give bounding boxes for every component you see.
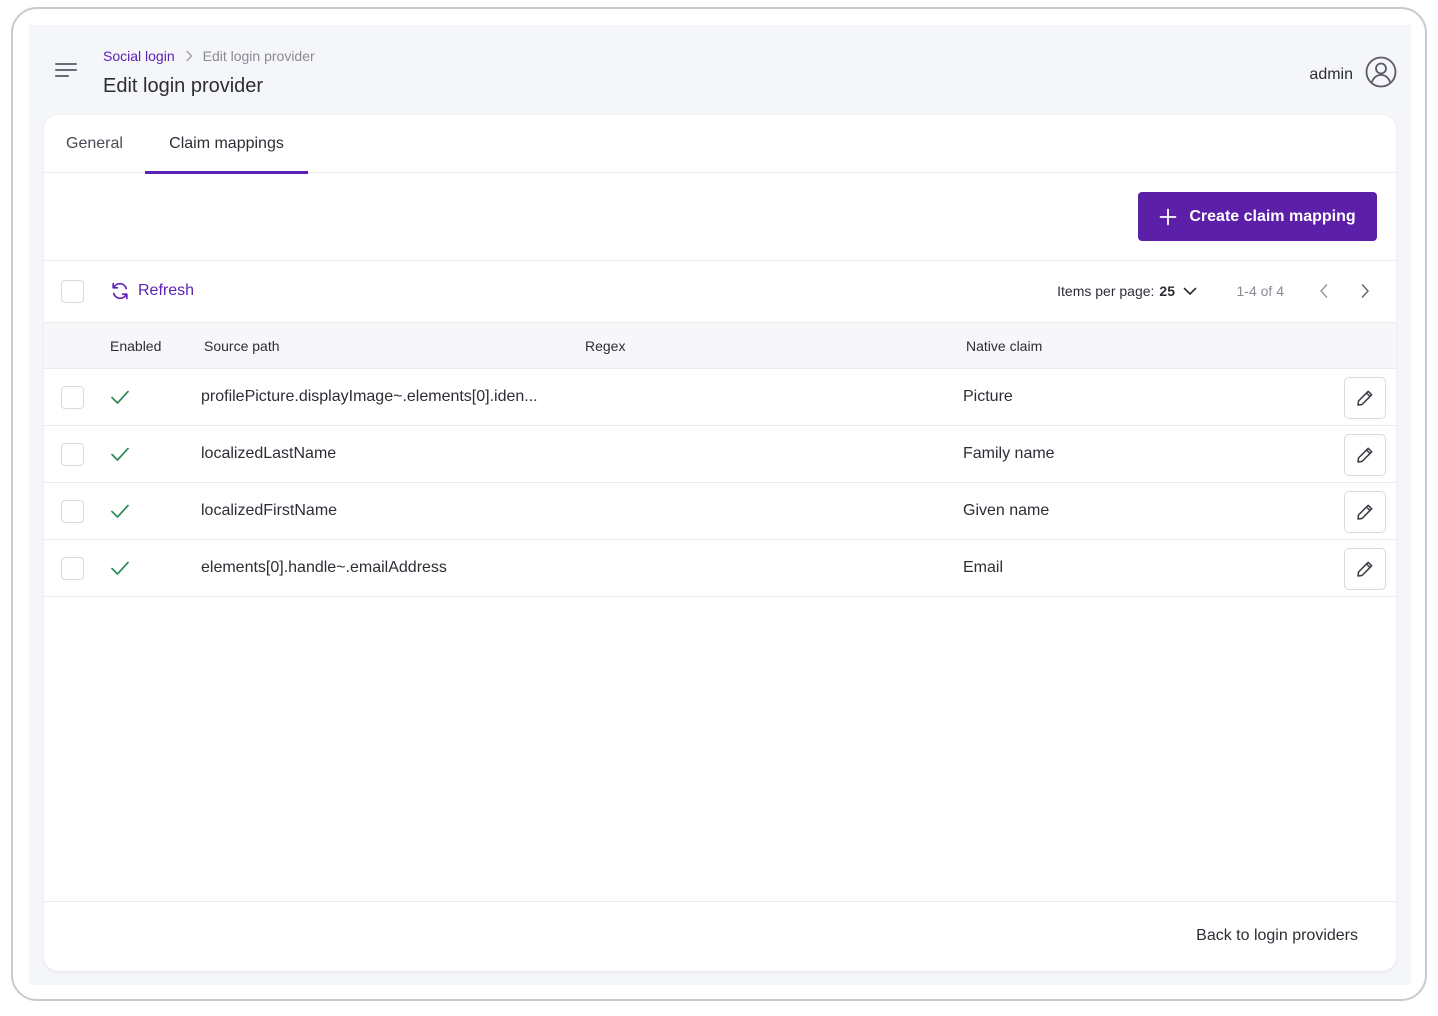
check-icon: [111, 447, 129, 461]
divider: [44, 901, 1396, 902]
items-per-page-value: 25: [1159, 283, 1175, 299]
source-path-cell: localizedLastName: [201, 445, 337, 462]
pencil-icon: [1357, 390, 1373, 406]
items-per-page-label: Items per page:: [1057, 283, 1155, 299]
pagination-range: 1-4 of 4: [1236, 283, 1284, 299]
check-icon: [111, 504, 129, 518]
refresh-label: Refresh: [138, 282, 195, 299]
pagination: Items per page: 25 1-4 of 4: [996, 278, 1396, 304]
divider: [44, 260, 1396, 261]
source-path-cell: profilePicture.displayImage~.elements[0]…: [201, 388, 538, 405]
pencil-icon: [1357, 561, 1373, 577]
native-claim-cell: Family name: [963, 445, 1055, 462]
app-root: Social login Edit login provider Edit lo…: [29, 25, 1411, 985]
table-header: Enabled Source path Regex Native claim: [44, 322, 1396, 369]
breadcrumb: Social login Edit login provider: [103, 48, 315, 64]
chevron-left-icon: [1320, 284, 1328, 298]
create-button-label: Create claim mapping: [1189, 207, 1356, 225]
back-to-login-providers-link[interactable]: Back to login providers: [1196, 927, 1358, 945]
source-path-cell: localizedFirstName: [201, 502, 338, 519]
chevron-down-icon: [1183, 286, 1197, 296]
menu-icon[interactable]: [55, 61, 77, 79]
column-header-enabled[interactable]: Enabled: [110, 338, 161, 354]
table-row[interactable]: localizedFirstName Given name: [44, 483, 1396, 540]
previous-page-button[interactable]: [1314, 281, 1334, 301]
native-claim-cell: Given name: [963, 502, 1050, 519]
table-row[interactable]: localizedLastName Family name: [44, 426, 1396, 483]
tab-general[interactable]: General: [44, 115, 145, 173]
tab-label: General: [66, 135, 123, 152]
edit-button[interactable]: [1344, 377, 1386, 419]
select-all-checkbox[interactable]: [61, 280, 84, 303]
page-title: Edit login provider: [103, 75, 264, 97]
table-row[interactable]: profilePicture.displayImage~.elements[0]…: [44, 369, 1396, 426]
pencil-icon: [1357, 504, 1373, 520]
breadcrumb-link-social-login[interactable]: Social login: [103, 48, 175, 64]
native-claim-cell: Picture: [963, 388, 1013, 405]
refresh-button[interactable]: Refresh: [110, 281, 194, 301]
user-menu[interactable]: admin: [1309, 56, 1397, 93]
create-claim-mapping-button[interactable]: Create claim mapping: [1138, 192, 1377, 241]
tab-label: Claim mappings: [169, 135, 284, 152]
column-header-native-claim[interactable]: Native claim: [966, 338, 1042, 354]
edit-button[interactable]: [1344, 491, 1386, 533]
row-checkbox[interactable]: [61, 500, 84, 523]
tab-claim-mappings[interactable]: Claim mappings: [145, 115, 308, 174]
edit-button[interactable]: [1344, 434, 1386, 476]
items-per-page-select[interactable]: Items per page: 25: [1057, 283, 1197, 299]
device-frame: Social login Edit login provider Edit lo…: [11, 7, 1427, 1001]
refresh-icon: [112, 282, 128, 300]
chevron-right-icon: [185, 50, 193, 62]
next-page-button[interactable]: [1355, 281, 1375, 301]
table-row[interactable]: elements[0].handle~.emailAddress Email: [44, 540, 1396, 597]
column-header-source-path[interactable]: Source path: [204, 338, 280, 354]
row-checkbox[interactable]: [61, 557, 84, 580]
check-icon: [111, 390, 129, 404]
check-icon: [111, 561, 129, 575]
edit-button[interactable]: [1344, 548, 1386, 590]
active-tab-indicator: [145, 171, 308, 174]
plus-icon: [1159, 208, 1177, 226]
row-checkbox[interactable]: [61, 443, 84, 466]
native-claim-cell: Email: [963, 559, 1004, 576]
source-path-cell: elements[0].handle~.emailAddress: [201, 559, 447, 576]
chevron-right-icon: [1361, 284, 1369, 298]
content-card: General Claim mappings Create claim mapp…: [44, 115, 1396, 971]
user-circle-icon: [1365, 56, 1397, 93]
pencil-icon: [1357, 447, 1373, 463]
tab-bar: General Claim mappings: [44, 115, 1396, 174]
user-name: admin: [1309, 65, 1353, 83]
breadcrumb-current: Edit login provider: [202, 48, 315, 64]
row-checkbox[interactable]: [61, 386, 84, 409]
column-header-regex[interactable]: Regex: [585, 338, 625, 354]
